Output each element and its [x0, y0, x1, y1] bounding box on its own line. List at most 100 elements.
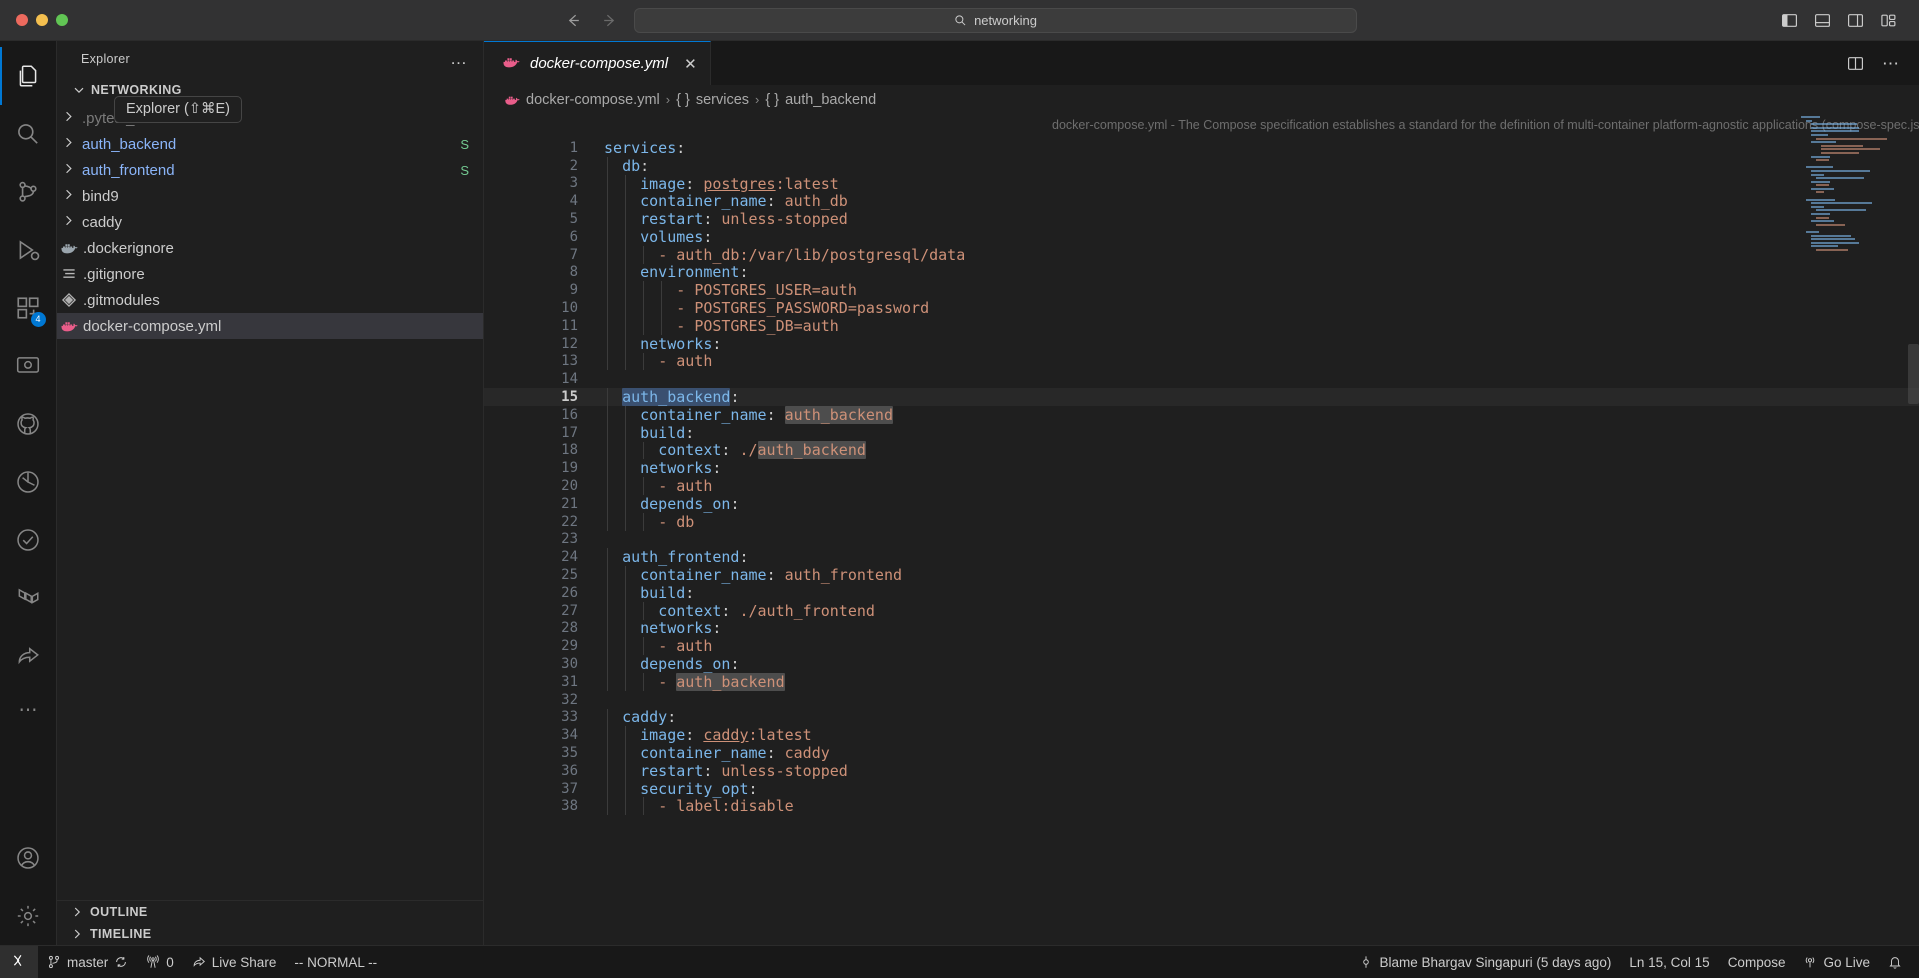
code-line[interactable]: 31 - auth_backend [484, 672, 1919, 691]
tree-item-dockerignore[interactable]: .dockerignore [57, 235, 483, 261]
status-git-branch[interactable]: master [38, 946, 137, 978]
code-line[interactable]: 25 container_name: auth_frontend [484, 566, 1919, 584]
code-line[interactable]: 15 auth_backend: [484, 388, 1919, 407]
minimap[interactable] [1801, 116, 1905, 251]
code-line[interactable]: 33 caddy: [484, 708, 1919, 726]
close-window-button[interactable] [16, 14, 28, 26]
code-line[interactable]: 6 volumes: [484, 228, 1919, 246]
explorer-more-actions-icon[interactable]: … [450, 50, 467, 67]
window-controls[interactable] [0, 14, 68, 26]
command-center-search[interactable]: networking [634, 7, 1357, 33]
sidebar-item-search[interactable] [0, 105, 57, 163]
code-line[interactable]: 5 restart: unless-stopped [484, 210, 1919, 228]
close-icon[interactable]: ✕ [684, 55, 697, 73]
sidebar-item-explorer[interactable] [0, 47, 57, 105]
status-ports[interactable]: 0 [137, 946, 183, 978]
code-line[interactable]: 29 - auth [484, 637, 1919, 655]
explorer-tooltip: Explorer (⇧⌘E) [114, 96, 242, 123]
forward-arrow-icon[interactable] [598, 9, 620, 31]
code-line[interactable]: 23 [484, 531, 1919, 549]
status-go-live[interactable]: Go Live [1794, 946, 1879, 978]
code-line[interactable]: 24 auth_frontend: [484, 548, 1919, 566]
toggle-secondary-sidebar-icon[interactable] [1847, 12, 1864, 29]
maximize-window-button[interactable] [56, 14, 68, 26]
tree-item-bind9[interactable]: bind9 [57, 183, 483, 209]
breadcrumb-item-services[interactable]: { } services [676, 92, 749, 108]
status-git-blame[interactable]: Blame Bhargav Singapuri (5 days ago) [1350, 946, 1620, 978]
code-line[interactable]: 27 context: ./auth_frontend [484, 602, 1919, 620]
customize-layout-icon[interactable] [1880, 12, 1897, 29]
sidebar-item-testing[interactable] [0, 511, 57, 569]
code-line[interactable]: 21 depends_on: [484, 495, 1919, 513]
tree-item-gitignore[interactable]: .gitignore [57, 261, 483, 287]
code-line[interactable]: 7 - auth_db:/var/lib/postgresql/data [484, 246, 1919, 264]
status-vim-mode[interactable]: -- NORMAL -- [285, 946, 386, 978]
code-line[interactable]: 22 - db [484, 513, 1919, 531]
file-tree[interactable]: .pytest_cacheauth_backendSauth_frontendS… [57, 104, 483, 900]
tree-item-caddy[interactable]: caddy [57, 209, 483, 235]
code-lines[interactable]: 1 services: 2 db: 3 image: postgres:latest 4… [484, 139, 1919, 945]
status-notifications[interactable] [1879, 946, 1911, 978]
toggle-panel-icon[interactable] [1814, 12, 1831, 29]
code-editor[interactable]: docker-compose.yml - The Compose specifi… [484, 114, 1919, 945]
code-line[interactable]: 37 security_opt: [484, 780, 1919, 798]
code-line[interactable]: 4 container_name: auth_db [484, 192, 1919, 210]
code-line[interactable]: 35 container_name: caddy [484, 744, 1919, 762]
vertical-scrollbar[interactable] [1908, 344, 1919, 404]
sidebar-item-live-share[interactable] [0, 627, 57, 685]
more-views-icon[interactable]: ⋯ [0, 685, 57, 735]
code-line[interactable]: 28 networks: [484, 619, 1919, 637]
code-line[interactable]: 2 db: [484, 157, 1919, 175]
timeline-panel-header[interactable]: TIMELINE [57, 923, 483, 945]
sidebar-item-github[interactable] [0, 395, 57, 453]
code-line[interactable]: 11 - POSTGRES_DB=auth [484, 317, 1919, 335]
sync-icon[interactable] [114, 955, 128, 969]
breadcrumb-item-file[interactable]: docker-compose.yml [504, 92, 660, 108]
code-token: : [685, 726, 704, 745]
split-editor-icon[interactable] [1847, 55, 1864, 72]
toggle-primary-sidebar-icon[interactable] [1781, 12, 1798, 29]
tab-docker-compose-yml[interactable]: docker-compose.yml ✕ [484, 41, 711, 85]
code-line[interactable]: 19 networks: [484, 459, 1919, 477]
code-line[interactable]: 10 - POSTGRES_PASSWORD=password [484, 299, 1919, 317]
back-arrow-icon[interactable] [562, 9, 584, 31]
manage-settings-button[interactable] [0, 887, 57, 945]
tree-item-auth-backend[interactable]: auth_backend S [57, 131, 483, 157]
code-line[interactable]: 1 services: [484, 139, 1919, 157]
code-line[interactable]: 9 - POSTGRES_USER=auth [484, 281, 1919, 299]
code-line[interactable]: 16 container_name: auth_backend [484, 405, 1919, 424]
code-line[interactable]: 17 build: [484, 424, 1919, 442]
code-line[interactable]: 13 - auth [484, 352, 1919, 370]
code-line[interactable]: 34 image: caddy:latest [484, 726, 1919, 744]
code-line[interactable]: 36 restart: unless-stopped [484, 762, 1919, 780]
code-line[interactable]: 8 environment: [484, 263, 1919, 281]
tree-item-docker-compose-yml[interactable]: docker-compose.yml [57, 313, 483, 339]
sidebar-item-source-control[interactable] [0, 163, 57, 221]
accounts-button[interactable] [0, 829, 57, 887]
code-line[interactable]: 38 - label:disable [484, 797, 1919, 815]
code-line[interactable]: 18 context: ./auth_backend [484, 441, 1919, 460]
code-line[interactable]: 26 build: [484, 584, 1919, 602]
remote-window-button[interactable] [0, 945, 38, 978]
sidebar-item-run-and-debug[interactable] [0, 221, 57, 279]
sidebar-item-terraform[interactable] [0, 569, 57, 627]
sidebar-item-remote-explorer[interactable] [0, 337, 57, 395]
tree-item-auth-frontend[interactable]: auth_frontend S [57, 157, 483, 183]
code-line[interactable]: 12 networks: [484, 335, 1919, 353]
code-line[interactable]: 3 image: postgres:latest [484, 175, 1919, 193]
code-line[interactable]: 30 depends_on: [484, 655, 1919, 673]
code-line[interactable]: 14 [484, 370, 1919, 388]
code-line[interactable]: 32 [484, 691, 1919, 709]
status-live-share[interactable]: Live Share [183, 946, 286, 978]
more-actions-icon[interactable]: ⋯ [1882, 55, 1899, 72]
bell-icon [1888, 955, 1902, 969]
code-line[interactable]: 20 - auth [484, 477, 1919, 495]
outline-panel-header[interactable]: OUTLINE [57, 901, 483, 923]
sidebar-item-gitlens[interactable] [0, 453, 57, 511]
status-language-mode[interactable]: Compose [1719, 946, 1795, 978]
breadcrumb-item-auth-backend[interactable]: { } auth_backend [765, 92, 876, 108]
tree-item-gitmodules[interactable]: .gitmodules [57, 287, 483, 313]
sidebar-item-extensions[interactable]: 4 [0, 279, 57, 337]
minimize-window-button[interactable] [36, 14, 48, 26]
status-cursor-position[interactable]: Ln 15, Col 15 [1620, 946, 1718, 978]
